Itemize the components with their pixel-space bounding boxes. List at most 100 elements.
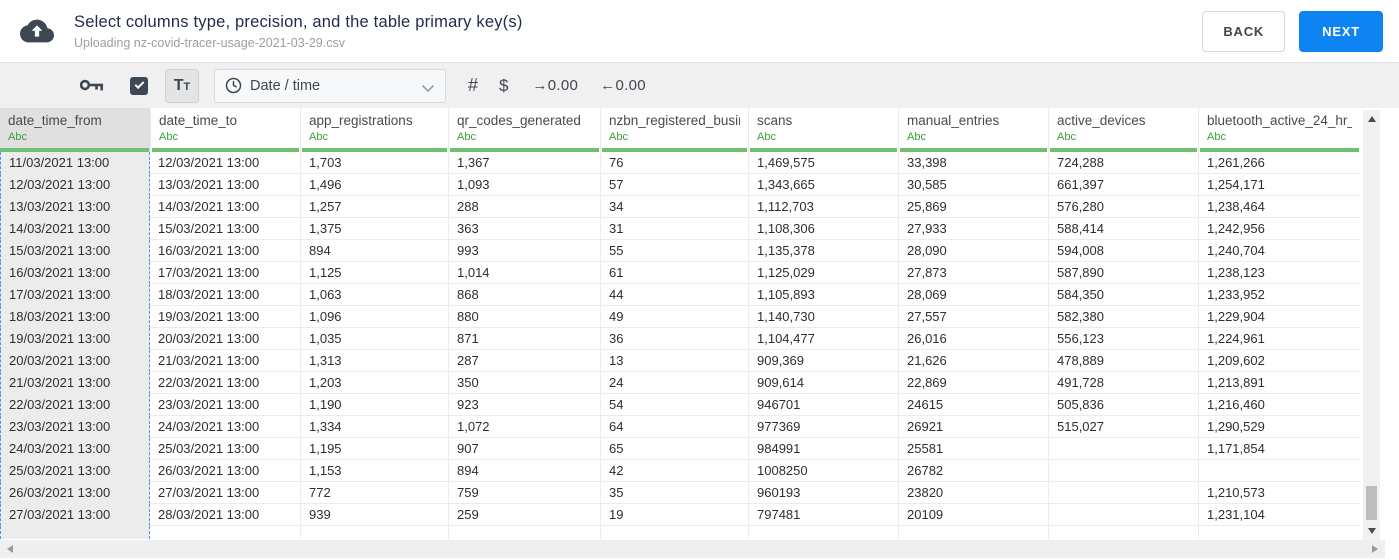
table-cell[interactable]: 1,108,306	[748, 218, 898, 240]
table-cell[interactable]: 20/03/2021 13:00	[0, 350, 150, 372]
number-type-button[interactable]: #	[468, 75, 478, 96]
table-cell[interactable]: 64	[600, 416, 748, 438]
scroll-down-arrow[interactable]	[1363, 524, 1380, 538]
table-cell[interactable]: 576,280	[1048, 196, 1198, 218]
table-cell[interactable]: 20/03/2021 13:00	[150, 328, 300, 350]
table-cell[interactable]: 288	[448, 196, 600, 218]
table-cell[interactable]: 1,072	[448, 416, 600, 438]
table-cell[interactable]: 25581	[898, 438, 1048, 460]
table-cell[interactable]: 16/03/2021 13:00	[0, 262, 150, 284]
table-cell[interactable]: 19/03/2021 13:00	[150, 306, 300, 328]
column-header-date_time_from[interactable]: date_time_from Abc	[0, 108, 150, 152]
table-cell[interactable]: 759	[448, 482, 600, 504]
table-cell[interactable]: 984991	[748, 438, 898, 460]
table-cell[interactable]: 27,557	[898, 306, 1048, 328]
vertical-scrollbar[interactable]	[1363, 110, 1380, 540]
table-cell[interactable]: 28/03/2021 13:00	[150, 504, 300, 526]
table-cell[interactable]: 1,153	[300, 460, 448, 482]
table-cell[interactable]: 505,836	[1048, 394, 1198, 416]
scroll-up-arrow[interactable]	[1363, 112, 1380, 126]
column-header-date_time_to[interactable]: date_time_to Abc	[150, 108, 300, 152]
table-cell[interactable]: 1,261,266	[1198, 152, 1360, 174]
column-header-app_registrations[interactable]: app_registrations Abc	[300, 108, 448, 152]
table-cell[interactable]: 724,288	[1048, 152, 1198, 174]
table-cell[interactable]: 1,203	[300, 372, 448, 394]
table-cell[interactable]: 1,229,904	[1198, 306, 1360, 328]
table-cell[interactable]: 1,210,573	[1198, 482, 1360, 504]
table-cell[interactable]: 76	[600, 152, 748, 174]
table-cell[interactable]: 907	[448, 438, 600, 460]
table-cell[interactable]: 26782	[898, 460, 1048, 482]
scroll-left-arrow[interactable]	[2, 540, 18, 558]
table-cell[interactable]: 34	[600, 196, 748, 218]
table-cell[interactable]: 22/03/2021 13:00	[150, 372, 300, 394]
column-header-nzbn_registered_busine[interactable]: nzbn_registered_busine Abc	[600, 108, 748, 152]
decrease-decimal-button[interactable]: ←0.00	[600, 77, 646, 94]
table-cell[interactable]: 18/03/2021 13:00	[0, 306, 150, 328]
table-cell[interactable]: 1,093	[448, 174, 600, 196]
table-cell[interactable]: 909,369	[748, 350, 898, 372]
back-button[interactable]: BACK	[1202, 10, 1286, 52]
column-header-qr_codes_generated[interactable]: qr_codes_generated Abc	[448, 108, 600, 152]
table-cell[interactable]: 1,703	[300, 152, 448, 174]
table-cell[interactable]: 1,209,602	[1198, 350, 1360, 372]
table-cell[interactable]: 363	[448, 218, 600, 240]
table-cell[interactable]: 894	[300, 240, 448, 262]
table-cell[interactable]: 18/03/2021 13:00	[150, 284, 300, 306]
table-cell[interactable]: 42	[600, 460, 748, 482]
table-cell[interactable]: 868	[448, 284, 600, 306]
table-cell[interactable]: 584,350	[1048, 284, 1198, 306]
table-cell[interactable]: 25/03/2021 13:00	[0, 460, 150, 482]
table-cell[interactable]: 350	[448, 372, 600, 394]
table-cell[interactable]: 30,585	[898, 174, 1048, 196]
table-cell[interactable]: 1,313	[300, 350, 448, 372]
table-cell[interactable]: 23/03/2021 13:00	[0, 416, 150, 438]
table-cell[interactable]: 1,213,891	[1198, 372, 1360, 394]
table-cell[interactable]: 923	[448, 394, 600, 416]
table-cell[interactable]	[1048, 504, 1198, 526]
table-cell[interactable]: 36	[600, 328, 748, 350]
table-cell[interactable]: 1,135,378	[748, 240, 898, 262]
table-cell[interactable]: 939	[300, 504, 448, 526]
table-cell[interactable]: 1,140,730	[748, 306, 898, 328]
table-cell[interactable]: 24	[600, 372, 748, 394]
table-cell[interactable]: 17/03/2021 13:00	[150, 262, 300, 284]
table-cell[interactable]	[1048, 482, 1198, 504]
table-cell[interactable]: 44	[600, 284, 748, 306]
text-type-button[interactable]: T T	[165, 68, 199, 103]
table-cell[interactable]: 20109	[898, 504, 1048, 526]
table-cell[interactable]: 27/03/2021 13:00	[0, 504, 150, 526]
table-cell[interactable]: 1,125	[300, 262, 448, 284]
vertical-scroll-thumb[interactable]	[1366, 486, 1377, 520]
table-cell[interactable]: 1,290,529	[1198, 416, 1360, 438]
table-cell[interactable]: 25/03/2021 13:00	[150, 438, 300, 460]
table-cell[interactable]: 946701	[748, 394, 898, 416]
table-cell[interactable]: 1,063	[300, 284, 448, 306]
table-cell[interactable]: 1,238,123	[1198, 262, 1360, 284]
table-cell[interactable]: 27,933	[898, 218, 1048, 240]
table-cell[interactable]: 23/03/2021 13:00	[150, 394, 300, 416]
table-cell[interactable]: 25,869	[898, 196, 1048, 218]
table-cell[interactable]: 31	[600, 218, 748, 240]
table-cell[interactable]: 24/03/2021 13:00	[150, 416, 300, 438]
table-cell[interactable]	[1198, 460, 1360, 482]
table-cell[interactable]: 1,035	[300, 328, 448, 350]
table-cell[interactable]: 55	[600, 240, 748, 262]
table-cell[interactable]: 894	[448, 460, 600, 482]
table-cell[interactable]: 1,334	[300, 416, 448, 438]
table-cell[interactable]: 1,195	[300, 438, 448, 460]
table-cell[interactable]: 491,728	[1048, 372, 1198, 394]
table-cell[interactable]: 1,367	[448, 152, 600, 174]
table-cell[interactable]: 13/03/2021 13:00	[0, 196, 150, 218]
column-type-select[interactable]: Date / time	[214, 68, 446, 103]
table-cell[interactable]: 582,380	[1048, 306, 1198, 328]
table-cell[interactable]: 65	[600, 438, 748, 460]
currency-type-button[interactable]: $	[499, 76, 508, 96]
table-cell[interactable]: 26/03/2021 13:00	[0, 482, 150, 504]
table-cell[interactable]: 15/03/2021 13:00	[150, 218, 300, 240]
table-cell[interactable]: 17/03/2021 13:00	[0, 284, 150, 306]
table-cell[interactable]: 54	[600, 394, 748, 416]
table-cell[interactable]: 556,123	[1048, 328, 1198, 350]
table-cell[interactable]: 14/03/2021 13:00	[150, 196, 300, 218]
table-cell[interactable]: 1,216,460	[1198, 394, 1360, 416]
